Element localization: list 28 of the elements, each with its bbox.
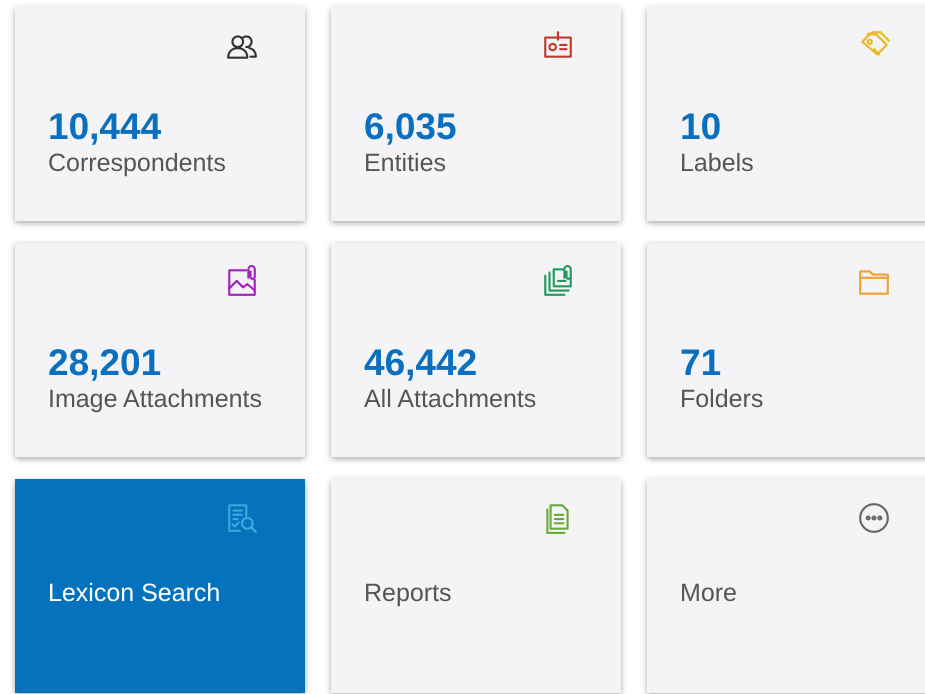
tile-count: 28,201 [48, 343, 162, 383]
tile-count: 10,444 [48, 107, 162, 147]
tile-label: Correspondents [48, 148, 226, 179]
tile-label: All Attachments [364, 384, 536, 415]
more-icon [857, 501, 891, 535]
dashboard-tile[interactable]: 6,035 Entities [331, 7, 621, 221]
tile-label: Image Attachments [48, 384, 262, 415]
tile-label: Folders [680, 384, 764, 415]
tile-count: 10 [680, 107, 722, 147]
tile-count: 6,035 [364, 107, 457, 147]
tile-count: 71 [680, 343, 722, 383]
dashboard-tile[interactable]: Lexicon Search [15, 479, 305, 693]
tile-label: Entities [364, 148, 446, 179]
image-icon [225, 265, 259, 299]
tile-label: Labels [680, 148, 754, 179]
dashboard-tile[interactable]: 28,201 Image Attachments [15, 243, 305, 457]
document-search-icon [225, 501, 259, 535]
dashboard-tile[interactable]: 10,444 Correspondents [15, 7, 305, 221]
tile-label: More [680, 578, 737, 609]
dashboard-tile[interactable]: 10 Labels [647, 7, 925, 221]
stacked-pages-icon [541, 265, 575, 299]
tile-label: Lexicon Search [48, 578, 220, 609]
dashboard-tile[interactable]: 46,442 All Attachments [331, 243, 621, 457]
dashboard-tile[interactable]: More [647, 479, 925, 693]
dashboard-tile[interactable]: 71 Folders [647, 243, 925, 457]
dashboard-tile[interactable]: Reports [331, 479, 621, 693]
tile-label: Reports [364, 578, 452, 609]
tile-count: 46,442 [364, 343, 478, 383]
